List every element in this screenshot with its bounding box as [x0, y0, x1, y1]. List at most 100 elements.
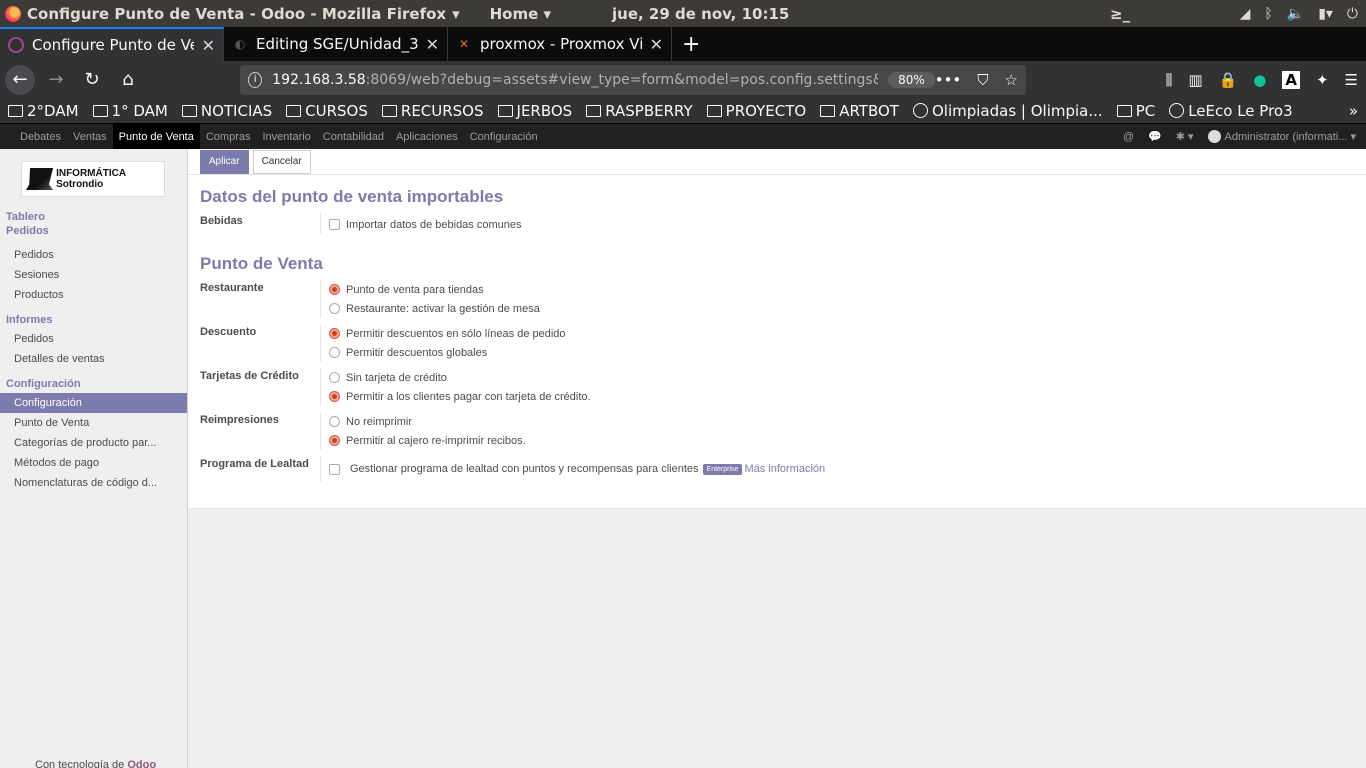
sidebar-item-sesiones[interactable]: Sesiones — [0, 265, 187, 285]
radio-tiendas[interactable] — [329, 284, 340, 295]
sidebar-item-nomenclaturas[interactable]: Nomenclaturas de código d... — [0, 473, 187, 493]
sidebar-section-configuracion[interactable]: Configuración — [0, 375, 187, 393]
radio-reimprimir[interactable] — [329, 435, 340, 446]
sidebar-item-pedidos[interactable]: Pedidos — [0, 245, 187, 265]
chat-icon[interactable]: 💬 — [1148, 130, 1162, 143]
bookmark-folder[interactable]: 1° DAM — [92, 102, 168, 120]
bebidas-checkbox[interactable] — [329, 219, 340, 230]
reload-button[interactable]: ↻ — [77, 65, 107, 95]
new-tab-button[interactable]: + — [672, 27, 710, 61]
wifi-icon[interactable]: ◢ — [1240, 6, 1251, 22]
sidebar-item-punto-de-venta[interactable]: Punto de Venta — [0, 413, 187, 433]
bookmark-folder[interactable]: RASPBERRY — [586, 102, 693, 120]
terminal-icon[interactable]: ≥_ — [1110, 5, 1130, 23]
menu-configuracion[interactable]: Configuración — [464, 124, 544, 149]
zoom-indicator[interactable]: 80% — [888, 71, 935, 88]
at-icon[interactable]: @ — [1123, 131, 1134, 143]
bookmark-link[interactable]: LeEco Le Pro3 — [1169, 102, 1293, 120]
menu-punto-de-venta[interactable]: Punto de Venta — [112, 124, 200, 149]
page-actions-icon[interactable]: ••• — [935, 71, 962, 89]
sidebar-item-categorias[interactable]: Categorías de producto par... — [0, 433, 187, 453]
home-button[interactable]: ⌂ — [113, 65, 143, 95]
lealtad-checkbox[interactable] — [329, 463, 340, 475]
debug-bug-icon[interactable]: ✱ ▾ — [1176, 130, 1194, 143]
odoo-link[interactable]: Odoo — [127, 759, 156, 768]
sidebar-item-metodos-pago[interactable]: Métodos de pago — [0, 453, 187, 473]
bookmarks-overflow-icon[interactable]: » — [1349, 102, 1358, 120]
menu-contabilidad[interactable]: Contabilidad — [317, 124, 390, 149]
info-icon[interactable]: i — [248, 71, 263, 88]
library-icon[interactable]: ⫼ — [1165, 71, 1172, 89]
app-menu[interactable]: Configure Punto de Venta - Odoo - Mozill… — [0, 5, 460, 23]
font-extension-icon[interactable]: A — [1282, 70, 1300, 89]
odoo-top-menu: Debates Ventas Punto de Venta Compras In… — [0, 123, 1366, 149]
tab-editing-sge[interactable]: ◐ Editing SGE/Unidad_3.m ✕ — [224, 27, 448, 61]
bookmark-folder[interactable]: NOTICIAS — [181, 102, 272, 120]
close-icon[interactable]: ✕ — [202, 36, 215, 55]
bebidas-label: Bebidas — [200, 215, 243, 227]
bookmark-folder[interactable]: JERBOS — [497, 102, 572, 120]
battery-icon[interactable]: ▮▾ — [1318, 6, 1333, 22]
user-menu[interactable]: Administrator (informati... ▾ — [1207, 130, 1356, 144]
radio-tiendas-label: Punto de venta para tiendas — [346, 283, 484, 296]
radio-reimprimir-label: Permitir al cajero re-imprimir recibos. — [346, 434, 526, 447]
menu-compras[interactable]: Compras — [200, 124, 257, 149]
radio-restaurante[interactable] — [329, 303, 340, 314]
bookmark-folder[interactable]: PROYECTO — [706, 102, 806, 120]
radio-descuento-lineas[interactable] — [329, 328, 340, 339]
tab-proxmox[interactable]: ✕ proxmox - Proxmox Virt ✕ — [448, 27, 672, 61]
close-icon[interactable]: ✕ — [650, 35, 663, 54]
sidebar-tablero[interactable]: Tablero — [0, 211, 187, 225]
cancel-button[interactable]: Cancelar — [252, 149, 311, 174]
radio-sin-tarjeta-label: Sin tarjeta de crédito — [346, 371, 447, 384]
tab-configure-pos[interactable]: Configure Punto de Venta ✕ — [0, 27, 224, 61]
radio-descuento-global[interactable] — [329, 347, 340, 358]
radio-con-tarjeta[interactable] — [329, 391, 340, 402]
home-label: Home — [489, 4, 539, 23]
grammarly-icon[interactable]: ● — [1253, 71, 1266, 89]
gnome-extension-icon[interactable]: ✦ — [1316, 71, 1329, 89]
back-button[interactable]: ← — [5, 64, 35, 95]
pocket-icon[interactable]: ⛉ — [977, 71, 988, 89]
radio-sin-tarjeta[interactable] — [329, 372, 340, 383]
volume-icon[interactable]: 🔈 — [1287, 6, 1304, 22]
radio-no-reimprimir[interactable] — [329, 416, 340, 427]
bookmark-label: ARTBOT — [839, 101, 899, 120]
close-icon[interactable]: ✕ — [426, 35, 439, 54]
sidebar-item-productos[interactable]: Productos — [0, 285, 187, 305]
forward-button[interactable]: → — [41, 65, 71, 95]
folder-icon — [181, 104, 197, 117]
menu-debates[interactable]: Debates — [14, 124, 67, 149]
system-tray: ◢ ᛒ 🔈 ▮▾ ⏻ — [1240, 6, 1358, 22]
home-menu[interactable]: Home ▾ — [490, 5, 551, 23]
bookmark-folder[interactable]: CURSOS — [286, 102, 368, 120]
clock[interactable]: jue, 29 de nov, 10:15 — [612, 5, 789, 23]
url-bar[interactable]: i 192.168.3.58 :8069/web?debug=assets#vi… — [240, 64, 1026, 95]
powered-by: Con tecnología de Odoo — [35, 759, 156, 768]
firefox-icon — [5, 5, 21, 22]
sidebar-item-informes-pedidos[interactable]: Pedidos — [0, 329, 187, 349]
power-icon[interactable]: ⏻ — [1347, 6, 1358, 22]
bookmark-star-icon[interactable]: ☆ — [1005, 71, 1018, 89]
sidebar-section-pedidos[interactable]: Pedidos — [0, 225, 187, 245]
sidebar-item-configuracion[interactable]: Configuración — [0, 393, 187, 413]
sidebar-section-informes[interactable]: Informes — [0, 311, 187, 329]
menu-ventas[interactable]: Ventas — [67, 124, 113, 149]
sidebar-item-detalles-ventas[interactable]: Detalles de ventas — [0, 349, 187, 369]
bookmark-folder[interactable]: PC — [1116, 102, 1155, 120]
sidebar-icon[interactable]: ▥ — [1188, 71, 1202, 89]
bookmark-folder[interactable]: ARTBOT — [820, 102, 899, 120]
more-info-link[interactable]: Más información — [744, 463, 825, 475]
apply-button[interactable]: Aplicar — [200, 149, 249, 174]
menu-inventario[interactable]: Inventario — [256, 124, 316, 149]
bookmark-folder[interactable]: RECURSOS — [381, 102, 484, 120]
menu-aplicaciones[interactable]: Aplicaciones — [390, 124, 464, 149]
company-logo[interactable]: INFORMÁTICA Sotrondio — [21, 161, 165, 197]
bebidas-option-label: Importar datos de bebidas comunes — [346, 218, 522, 231]
bookmark-link[interactable]: Olimpiadas | Olimpia... — [912, 102, 1103, 120]
main-content: Aplicar Cancelar Datos del punto de vent… — [188, 149, 1366, 768]
bookmark-folder[interactable]: 2°DAM — [8, 102, 79, 120]
bluetooth-icon[interactable]: ᛒ — [1264, 6, 1272, 22]
hamburger-menu-icon[interactable]: ☰ — [1345, 71, 1358, 89]
lock-extension-icon[interactable]: 🔒 — [1219, 71, 1238, 89]
